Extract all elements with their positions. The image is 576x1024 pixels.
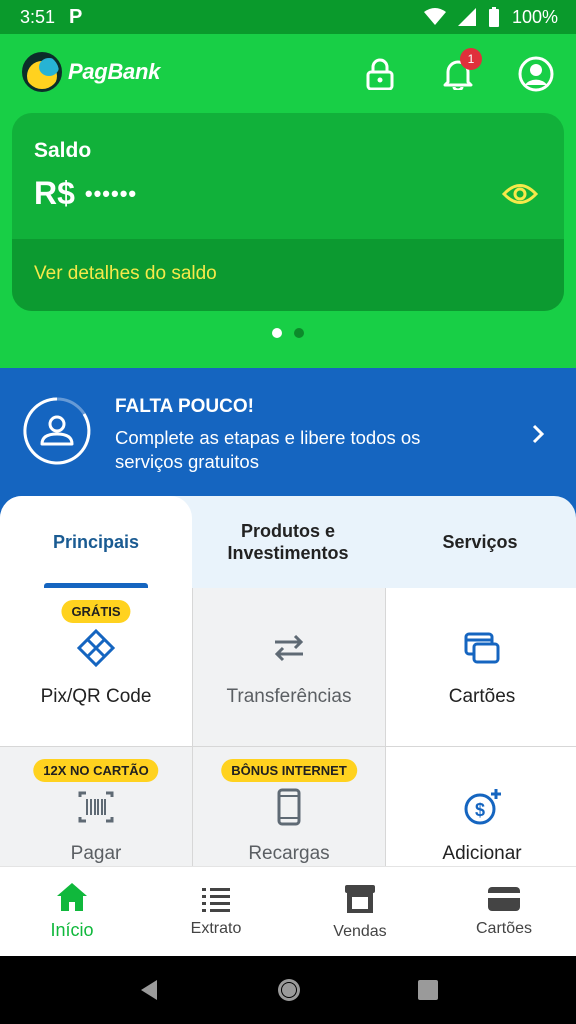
list-icon — [202, 887, 230, 912]
balance-card[interactable]: Saldo R$ •••••• Ver detalhes do saldo — [12, 113, 564, 311]
battery-percent: 100% — [511, 6, 558, 27]
header: PagBank 1 Saldo R$ •••••• Ver detalhes d… — [0, 34, 576, 368]
masked-balance: •••••• — [84, 180, 138, 206]
status-bar: 3:51 P 100% — [0, 0, 576, 34]
pix-icon — [76, 628, 116, 668]
card-icon — [488, 886, 520, 911]
recargas-tile[interactable]: BÔNUS INTERNET Recargas — [193, 747, 385, 866]
balance-label: Saldo — [34, 139, 92, 162]
home-icon — [57, 883, 87, 911]
status-time: 3:51 — [20, 6, 56, 27]
pagbank-logo: PagBank — [22, 52, 160, 92]
store-icon — [345, 884, 375, 913]
toggle-balance-visibility-button[interactable] — [501, 179, 539, 209]
nav-extrato[interactable]: Extrato — [144, 867, 288, 956]
tab-principais[interactable]: Principais — [0, 496, 192, 588]
svg-text:$: $ — [475, 800, 485, 820]
nav-label: Cartões — [475, 919, 533, 937]
tab-label: Principais — [52, 532, 140, 552]
cards-icon — [464, 632, 500, 664]
tile-label: Cartões — [448, 686, 516, 707]
wifi-icon — [423, 8, 446, 25]
adicionar-tile[interactable]: $ Adicionar — [386, 747, 576, 866]
carousel-dot[interactable] — [294, 328, 304, 338]
eye-icon — [501, 184, 539, 204]
signal-icon — [457, 8, 476, 26]
home-button-icon[interactable] — [276, 977, 302, 1003]
notification-count-badge: 1 — [460, 48, 482, 70]
banner-text: Complete as etapas e libere todos os ser… — [115, 427, 421, 472]
balance-details-label: Ver detalhes do saldo — [34, 263, 217, 284]
tile-label: Transferências — [226, 686, 352, 707]
recents-icon[interactable] — [417, 979, 439, 1001]
back-icon[interactable] — [137, 978, 161, 1002]
carousel-dot[interactable] — [272, 328, 282, 338]
balance-details-link[interactable]: Ver detalhes do saldo — [12, 239, 564, 311]
services-grid: GRÁTIS Pix/QR Code Transferências Cartõe… — [0, 588, 576, 866]
brand-name: PagBank — [68, 59, 161, 84]
nav-cartoes[interactable]: Cartões — [432, 867, 576, 956]
category-tabs: Principais Produtos e Investimentos Serv… — [0, 496, 576, 588]
tile-label: Pagar — [70, 843, 122, 864]
phone-icon — [277, 788, 301, 826]
logo-mark — [22, 52, 62, 92]
tile-label: Recargas — [248, 843, 330, 864]
profile-button[interactable] — [518, 56, 554, 92]
cartoes-tile[interactable]: Cartões — [386, 588, 576, 746]
carousel-indicator — [272, 328, 304, 338]
free-badge: GRÁTIS — [61, 600, 131, 623]
nav-label: Vendas — [333, 922, 387, 940]
internet-bonus-badge: BÔNUS INTERNET — [221, 759, 357, 782]
lock-button[interactable] — [362, 56, 398, 92]
tile-label: Adicionar — [442, 843, 522, 864]
chevron-right-icon — [532, 424, 545, 444]
nav-label: Início — [50, 920, 94, 940]
battery-icon — [488, 7, 499, 27]
app-notification-badge: P — [69, 5, 83, 28]
transfer-icon — [274, 634, 304, 662]
nav-inicio[interactable]: Início — [0, 867, 144, 956]
profile-progress-icon — [23, 397, 91, 465]
system-navigation-bar — [0, 956, 576, 1024]
nav-label: Extrato — [190, 919, 242, 937]
barcode-icon — [78, 791, 114, 823]
tab-label: Serviços — [442, 532, 518, 552]
add-money-icon: $ — [464, 789, 501, 825]
notifications-button[interactable]: 1 — [440, 48, 482, 92]
tab-label: Produtos e Investimentos — [227, 521, 349, 563]
user-icon — [518, 56, 554, 92]
transferencias-tile[interactable]: Transferências — [193, 588, 385, 746]
pix-qr-code-tile[interactable]: GRÁTIS Pix/QR Code — [0, 588, 192, 746]
bottom-navigation: Início Extrato Vendas Cartões — [0, 866, 576, 956]
tab-produtos-investimentos[interactable]: Produtos e Investimentos — [192, 496, 384, 588]
nav-vendas[interactable]: Vendas — [288, 867, 432, 956]
installments-badge: 12X NO CARTÃO — [33, 759, 159, 782]
tab-servicos[interactable]: Serviços — [384, 496, 576, 588]
banner-title: FALTA POUCO! — [115, 396, 254, 417]
pagar-tile[interactable]: 12X NO CARTÃO Pagar — [0, 747, 192, 866]
currency-symbol: R$ — [34, 175, 75, 211]
tile-label: Pix/QR Code — [40, 686, 152, 707]
balance-value: R$ •••••• — [34, 175, 137, 212]
lock-icon — [366, 58, 394, 90]
